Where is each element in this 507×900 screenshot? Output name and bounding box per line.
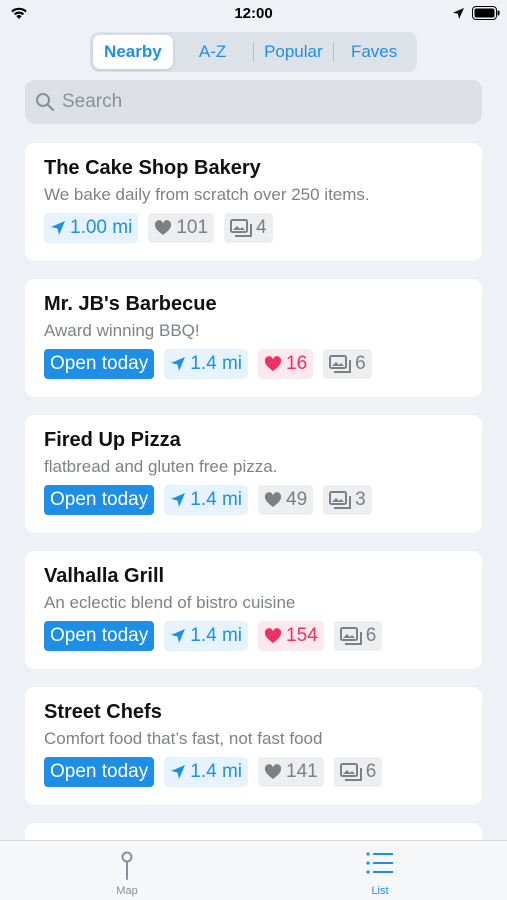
photos-badge[interactable]: 4	[224, 213, 273, 243]
distance-badge: 1.00 mi	[44, 213, 139, 243]
place-card[interactable]: Valhalla Grill An eclectic blend of bistr…	[25, 551, 482, 669]
distance-value: 1.4 mi	[190, 625, 242, 646]
likes-badge[interactable]: 101	[148, 213, 215, 243]
battery-icon	[472, 6, 500, 20]
photos-badge[interactable]: 3	[323, 485, 372, 515]
segment-faves[interactable]: Faves	[334, 35, 414, 69]
photos-count: 3	[355, 489, 366, 510]
tab-map-label: Map	[116, 885, 138, 897]
place-name: Valhalla Grill	[44, 565, 165, 587]
distance-badge: 1.4 mi	[164, 349, 248, 379]
photos-icon	[329, 355, 352, 373]
distance-value: 1.4 mi	[190, 761, 242, 782]
place-card[interactable]: Fired Up Pizza flatbread and gluten free …	[25, 415, 482, 533]
places-list: The Cake Shop Bakery We bake daily from s…	[25, 143, 482, 881]
heart-icon	[264, 628, 282, 643]
list-icon	[366, 852, 393, 874]
likes-badge[interactable]: 154	[258, 621, 324, 651]
open-status-label: Open today	[50, 625, 149, 646]
likes-count: 154	[286, 625, 318, 646]
place-name: Mr. JB's Barbecue	[44, 293, 217, 315]
tab-list-label: List	[371, 885, 389, 897]
photos-badge[interactable]: 6	[323, 349, 372, 379]
location-arrow-icon	[171, 629, 186, 643]
place-description: Award winning BBQ!	[44, 321, 200, 340]
heart-icon	[264, 356, 282, 371]
photos-count: 4	[256, 217, 267, 238]
location-arrow-icon	[171, 765, 186, 779]
photos-badge[interactable]: 6	[333, 621, 383, 651]
likes-count: 49	[286, 489, 308, 510]
place-card[interactable]: The Cake Shop Bakery We bake daily from s…	[25, 143, 482, 261]
location-arrow-icon	[453, 8, 464, 19]
location-arrow-icon	[171, 493, 186, 507]
place-description: An eclectic blend of bistro cuisine	[44, 593, 296, 612]
photos-badge[interactable]: 6	[333, 757, 383, 787]
photos-count: 6	[355, 353, 366, 374]
open-status-label: Open today	[50, 761, 149, 782]
heart-icon	[155, 220, 172, 235]
distance-value: 1.4 mi	[190, 489, 242, 510]
likes-badge[interactable]: 49	[258, 485, 314, 515]
tab-map[interactable]: Map	[67, 841, 187, 900]
open-status-label: Open today	[50, 489, 149, 510]
likes-count: 141	[286, 761, 318, 782]
heart-icon	[264, 764, 282, 779]
location-arrow-icon	[171, 357, 186, 371]
photos-icon	[230, 219, 253, 237]
search-bar[interactable]	[25, 80, 482, 124]
place-description: Comfort food that’s fast, not fast food	[44, 729, 323, 748]
map-pin-icon	[121, 851, 133, 880]
distance-value: 1.4 mi	[190, 353, 242, 374]
heart-icon	[264, 492, 282, 507]
likes-count: 101	[176, 217, 209, 238]
photos-count: 6	[365, 761, 377, 782]
segmented-control: Nearby A-Z Popular Faves	[90, 32, 417, 72]
place-name: The Cake Shop Bakery	[44, 157, 261, 179]
status-bar: 12:00	[0, 0, 507, 28]
location-arrow-icon	[51, 221, 65, 235]
place-tags: Open today 1.4 mi 49 3	[44, 485, 463, 515]
segment-popular[interactable]: Popular	[254, 35, 334, 69]
place-tags: 1.00 mi 101 4	[44, 213, 463, 243]
open-status-label: Open today	[50, 353, 149, 374]
segment-nearby[interactable]: Nearby	[93, 35, 173, 69]
place-tags: Open today 1.4 mi 16 6	[44, 349, 463, 379]
search-icon	[36, 93, 55, 112]
tab-list[interactable]: List	[320, 841, 440, 900]
place-name: Fired Up Pizza	[44, 429, 181, 451]
distance-badge: 1.4 mi	[164, 485, 248, 515]
tab-bar: Map List	[0, 840, 507, 900]
photos-icon	[329, 491, 352, 509]
distance-badge: 1.4 mi	[164, 757, 248, 787]
open-status-badge: Open today	[44, 349, 155, 379]
photos-icon	[339, 763, 362, 781]
segment-a-z[interactable]: A-Z	[173, 35, 253, 69]
place-card[interactable]: Street Chefs Comfort food that’s fast, no…	[25, 687, 482, 805]
likes-badge[interactable]: 141	[258, 757, 324, 787]
place-card[interactable]: Mr. JB's Barbecue Award winning BBQ! Open …	[25, 279, 482, 397]
screen: 12:00 Nearby A-Z Popular Faves The Cake …	[0, 0, 507, 900]
place-tags: Open today 1.4 mi 141 6	[44, 757, 463, 787]
open-status-badge: Open today	[44, 485, 155, 515]
place-tags: Open today 1.4 mi 154 6	[44, 621, 463, 651]
photos-icon	[339, 627, 362, 645]
status-time: 12:00	[234, 5, 273, 22]
likes-count: 16	[286, 353, 308, 374]
open-status-badge: Open today	[44, 757, 155, 787]
distance-value: 1.00 mi	[70, 217, 133, 238]
place-description: flatbread and gluten free pizza.	[44, 457, 278, 476]
place-description: We bake daily from scratch over 250 item…	[44, 185, 370, 204]
search-input[interactable]	[62, 91, 462, 113]
distance-badge: 1.4 mi	[164, 621, 248, 651]
open-status-badge: Open today	[44, 621, 155, 651]
photos-count: 6	[365, 625, 377, 646]
likes-badge[interactable]: 16	[258, 349, 314, 379]
place-name: Street Chefs	[44, 701, 162, 723]
